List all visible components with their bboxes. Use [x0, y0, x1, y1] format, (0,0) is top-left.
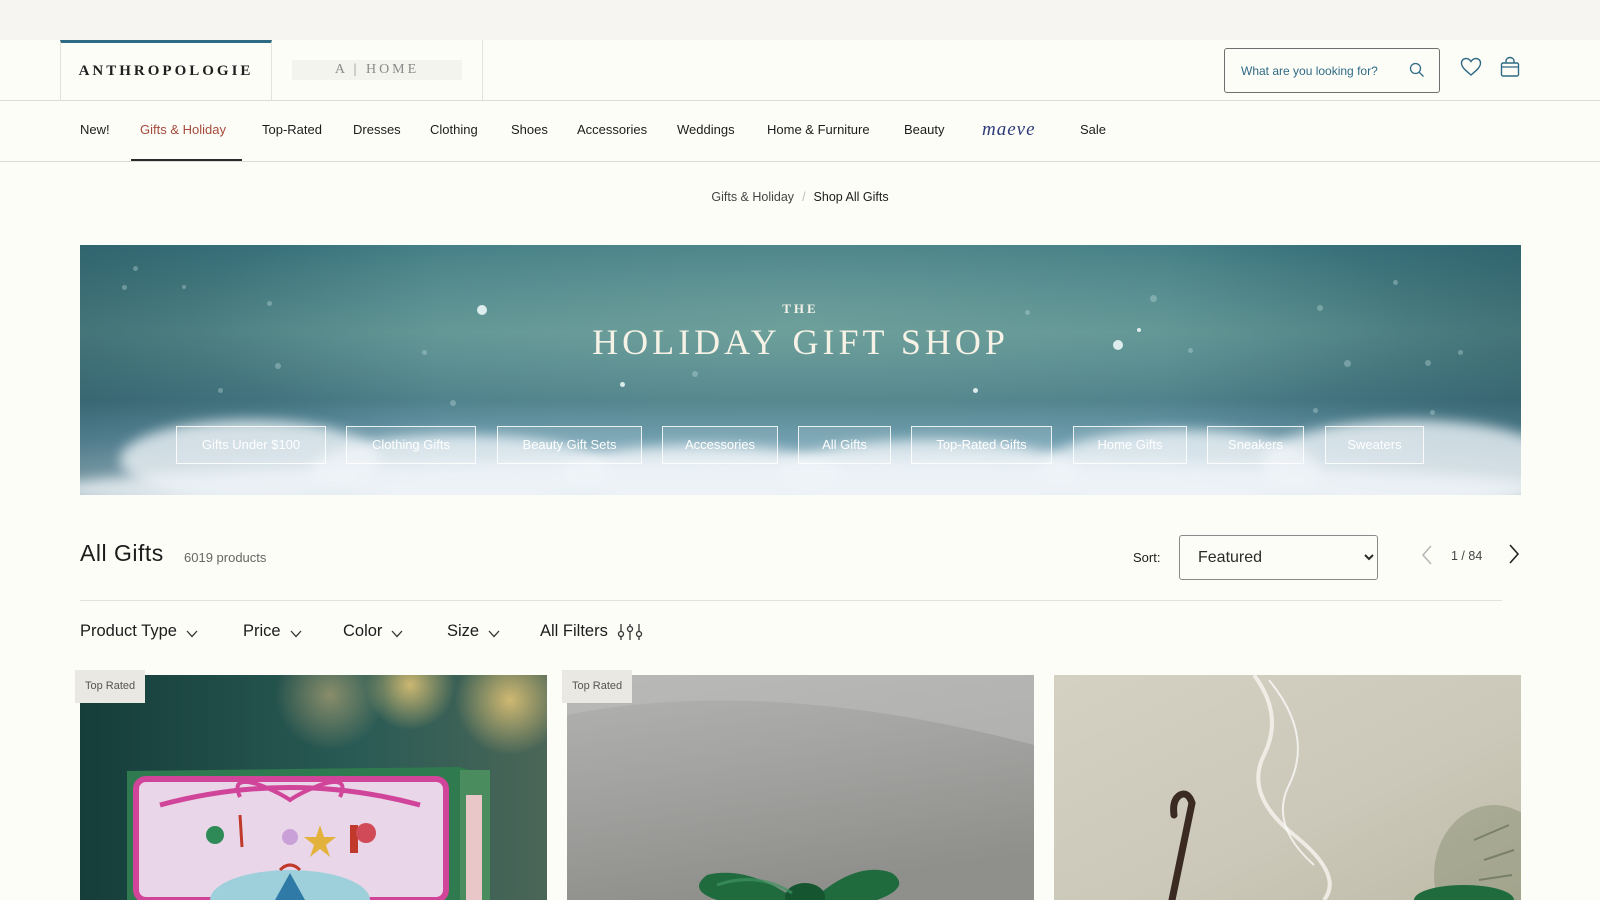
- promo-strip: [0, 0, 1600, 40]
- nav-item-dresses[interactable]: Dresses: [353, 101, 401, 161]
- divider: [80, 600, 1502, 601]
- shopping-bag-icon[interactable]: [1499, 56, 1521, 78]
- home-logo: A | HOME: [292, 60, 462, 80]
- nav-item-weddings[interactable]: Weddings: [677, 101, 735, 161]
- accessories-button[interactable]: Accessories: [662, 426, 778, 464]
- filter-product-type[interactable]: Product Type: [80, 622, 198, 641]
- snowflake: [275, 363, 281, 369]
- nav-item-clothing[interactable]: Clothing: [430, 101, 478, 161]
- nav-item-shoes[interactable]: Shoes: [511, 101, 548, 161]
- chevron-down-icon: [488, 630, 500, 637]
- banner-title: HOLIDAY GIFT SHOP: [592, 322, 1009, 362]
- search-input[interactable]: [1241, 63, 1401, 78]
- page-indicator: 1 / 84: [1451, 549, 1483, 563]
- nav-item-new[interactable]: New!: [80, 101, 110, 161]
- nav-item-gifts-holiday[interactable]: Gifts & Holiday: [140, 101, 226, 161]
- main-nav: New! Gifts & Holiday Top-Rated Dresses C…: [0, 101, 1600, 162]
- filter-label: Price: [243, 622, 281, 640]
- filter-label: Size: [447, 622, 480, 640]
- nav-item-beauty[interactable]: Beauty: [904, 101, 944, 161]
- sneakers-button[interactable]: Sneakers: [1207, 426, 1304, 464]
- nav-item-top-rated[interactable]: Top-Rated: [262, 101, 322, 161]
- previous-page-icon[interactable]: [1420, 544, 1434, 566]
- wishlist-heart-icon[interactable]: [1460, 57, 1482, 77]
- snowflake: [182, 285, 186, 289]
- filter-label: Color: [343, 622, 383, 640]
- product-card[interactable]: [80, 675, 547, 900]
- brand-logo: ANTHROPOLOGIE: [78, 63, 254, 79]
- snowflake: [692, 371, 698, 377]
- product-image: [80, 675, 547, 900]
- product-image: [567, 675, 1034, 900]
- chevron-down-icon: [186, 630, 198, 637]
- sliders-icon: [617, 623, 642, 640]
- snowflake: [218, 388, 223, 393]
- nav-item-sale[interactable]: Sale: [1080, 101, 1106, 161]
- filter-label: All Filters: [540, 622, 608, 640]
- filter-all-filters[interactable]: All Filters: [540, 622, 643, 641]
- snowflake: [973, 388, 978, 393]
- all-gifts-button[interactable]: All Gifts: [798, 426, 891, 464]
- home-gifts-button[interactable]: Home Gifts: [1073, 426, 1187, 464]
- snowflake: [1393, 280, 1398, 285]
- product-card[interactable]: [1054, 675, 1521, 900]
- filter-color[interactable]: Color: [343, 622, 403, 641]
- nav-item-home-furniture[interactable]: Home & Furniture: [767, 101, 870, 161]
- anthropologie-home-tab[interactable]: A | HOME: [272, 40, 483, 100]
- product-card[interactable]: [567, 675, 1034, 900]
- gifts-under-100-button[interactable]: Gifts Under $100: [176, 426, 326, 464]
- filter-label: Product Type: [80, 622, 177, 640]
- top-rated-gifts-button[interactable]: Top-Rated Gifts: [911, 426, 1052, 464]
- active-nav-indicator: [131, 159, 242, 161]
- sweaters-button[interactable]: Sweaters: [1325, 426, 1424, 464]
- search-box[interactable]: [1224, 48, 1440, 93]
- clothing-gifts-button[interactable]: Clothing Gifts: [346, 426, 476, 464]
- anthropologie-tab[interactable]: ANTHROPOLOGIE: [60, 40, 272, 100]
- next-page-icon[interactable]: [1507, 543, 1521, 565]
- sort-select[interactable]: Featured: [1179, 535, 1378, 580]
- filter-size[interactable]: Size: [447, 622, 500, 641]
- nav-item-accessories[interactable]: Accessories: [577, 101, 647, 161]
- snowflake: [1430, 410, 1435, 415]
- breadcrumb: Gifts & Holiday / Shop All Gifts: [0, 190, 1600, 204]
- chevron-down-icon: [290, 630, 302, 637]
- banner-eyebrow: THE: [782, 301, 819, 316]
- results-title: All Gifts: [80, 540, 164, 566]
- search-icon[interactable]: [1409, 62, 1425, 78]
- nav-item-maeve-logo[interactable]: maeve: [982, 101, 1036, 161]
- holiday-gift-shop-banner: THE HOLIDAY GIFT SHOP Gifts Under $100 C…: [80, 245, 1521, 495]
- chevron-down-icon: [391, 630, 403, 637]
- site-header: ANTHROPOLOGIE A | HOME: [0, 40, 1600, 101]
- sort-label: Sort:: [1133, 550, 1161, 565]
- snowflake: [620, 382, 625, 387]
- top-rated-badge: Top Rated: [75, 670, 146, 703]
- product-count: 6019 products: [184, 550, 267, 565]
- breadcrumb-link-gifts-holiday[interactable]: Gifts & Holiday: [711, 190, 794, 204]
- snowflake: [133, 266, 138, 271]
- filter-price[interactable]: Price: [243, 622, 302, 641]
- top-rated-badge: Top Rated: [562, 670, 633, 703]
- beauty-gift-sets-button[interactable]: Beauty Gift Sets: [497, 426, 642, 464]
- snowflake: [450, 400, 456, 406]
- breadcrumb-current: Shop All Gifts: [813, 190, 889, 204]
- breadcrumb-separator: /: [802, 190, 806, 204]
- product-image: [1054, 675, 1521, 900]
- snowflake: [122, 285, 127, 290]
- snowflake: [1313, 408, 1318, 413]
